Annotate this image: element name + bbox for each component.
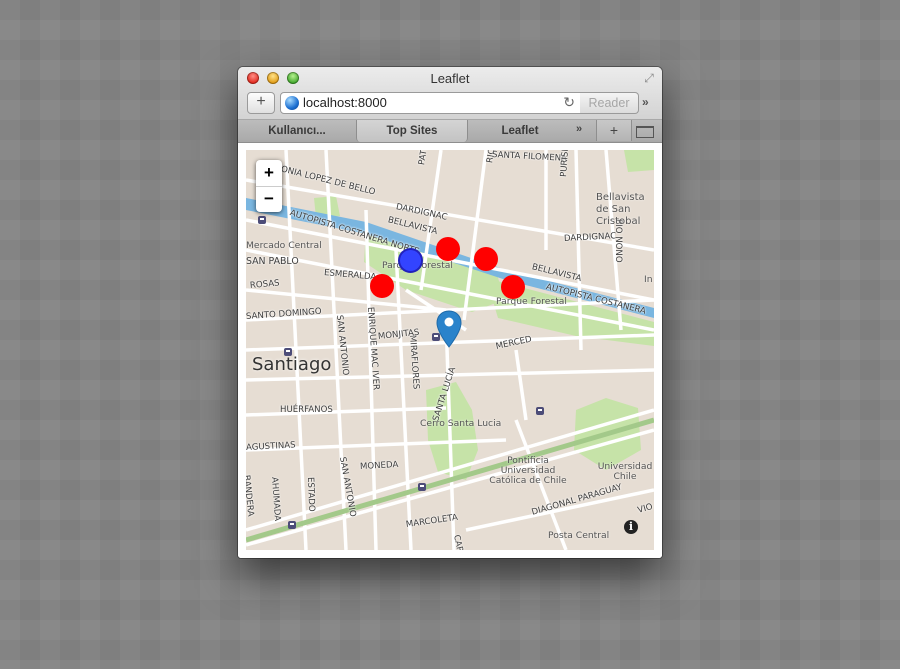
red-circle-marker[interactable] <box>501 275 525 299</box>
bus-stop-icon <box>288 521 296 529</box>
bus-stop-icon <box>258 216 266 224</box>
tab-leaflet[interactable]: Leaflet <box>466 120 574 142</box>
bus-stop-icon <box>418 483 426 491</box>
park-area <box>624 150 654 172</box>
poi-label: Bellavista de San Cristobal <box>596 192 645 227</box>
toolbar-overflow-button[interactable]: » <box>642 95 649 109</box>
new-tab-button[interactable]: + <box>596 120 632 141</box>
blue-circle-marker[interactable] <box>400 250 421 271</box>
street-label: HUÉRFANOS <box>280 405 333 415</box>
pin-dot <box>444 317 454 327</box>
city-label: Santiago <box>252 354 332 375</box>
fullscreen-icon[interactable]: ⤢ <box>642 71 656 85</box>
tab-bar: Kullanıcı... Top Sites Leaflet » + <box>238 120 662 143</box>
poi-label: Cerro Santa Lucia <box>420 418 502 429</box>
street-label: SAN PABLO <box>246 256 299 267</box>
page-content: ANTONIA LOPEZ DE BELLO PATRONATO RIO SAN… <box>238 143 662 558</box>
browser-window: Leaflet ⤢ + localhost:8000 ↻ Reader » Ku… <box>238 67 662 558</box>
tab-overflow-button[interactable]: » <box>576 123 582 135</box>
poi-label: Universidad Chile <box>597 461 653 482</box>
zoom-control: + − <box>256 160 282 212</box>
reader-button[interactable]: Reader <box>580 92 639 114</box>
window-title: Leaflet <box>430 71 470 86</box>
title-bar: Leaflet ⤢ + localhost:8000 ↻ Reader » <box>238 67 662 120</box>
poi-label: Mercado Central <box>246 240 322 251</box>
leaflet-map[interactable]: ANTONIA LOPEZ DE BELLO PATRONATO RIO SAN… <box>246 150 654 550</box>
attribution-info-icon[interactable]: i <box>624 520 638 534</box>
zoom-in-button[interactable]: + <box>256 160 282 187</box>
globe-icon <box>285 96 299 110</box>
poi-label: Pontificia Universidad Católica de Chile <box>489 455 567 486</box>
street-label: ESTADO <box>305 476 317 512</box>
zoom-out-button[interactable]: − <box>256 186 282 212</box>
url-text[interactable]: localhost:8000 <box>303 95 387 110</box>
poi-label: Posta Central <box>548 530 610 541</box>
pin-icon <box>436 310 462 348</box>
red-circle-marker[interactable] <box>474 247 498 271</box>
tab-overview-icon[interactable] <box>636 126 654 138</box>
add-tab-button[interactable]: + <box>247 92 275 114</box>
bus-stop-icon <box>536 407 544 415</box>
red-circle-marker[interactable] <box>436 237 460 261</box>
address-bar[interactable]: localhost:8000 ↻ <box>280 92 582 114</box>
tab-kullanici[interactable]: Kullanıcı... <box>238 120 356 142</box>
tab-top-sites[interactable]: Top Sites <box>356 120 468 142</box>
map-pin-marker[interactable] <box>436 310 462 348</box>
reload-icon[interactable]: ↻ <box>563 94 575 111</box>
street-label: MONEDA <box>359 459 399 472</box>
poi-label: In <box>644 274 653 285</box>
red-circle-marker[interactable] <box>370 274 394 298</box>
